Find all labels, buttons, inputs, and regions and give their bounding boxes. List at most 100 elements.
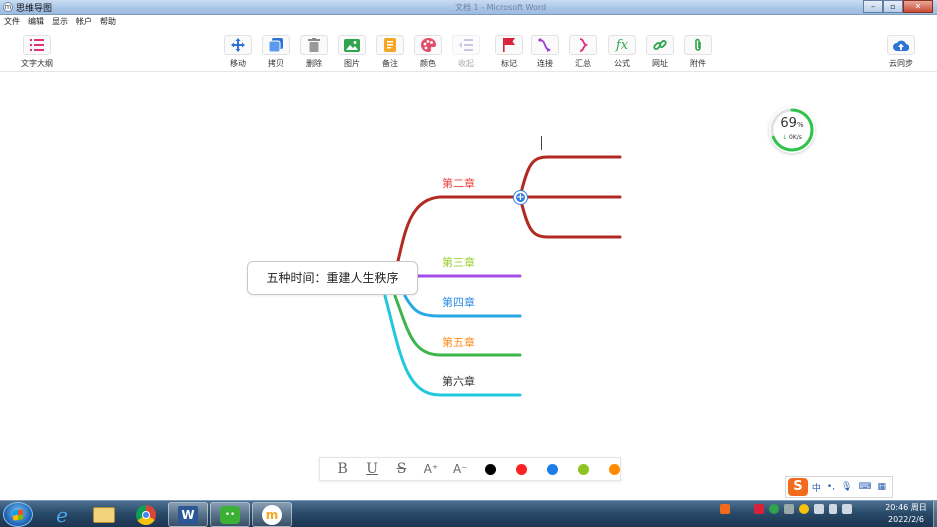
menu-file[interactable]: 文件 — [4, 15, 20, 28]
taskbar: e W •• m 20:46 周日 2022/2/6 — [0, 500, 937, 527]
ime-mode[interactable]: 中 — [812, 481, 821, 494]
clock[interactable]: 20:46 周日 2022/2/6 — [880, 502, 932, 526]
note-icon — [376, 35, 404, 55]
branch-node-chapter-2[interactable]: 第二章 — [442, 175, 475, 191]
background-window-title: 文档 1 - Microsoft Word — [455, 3, 547, 12]
tool-copy[interactable]: 拷贝 — [258, 35, 294, 69]
strikethrough-button[interactable]: S — [387, 458, 416, 480]
folder-icon — [93, 506, 115, 523]
tool-attachment[interactable]: 附件 — [680, 35, 716, 69]
tool-url[interactable]: 网址 — [642, 35, 678, 69]
tool-connect[interactable]: 连接 — [527, 35, 563, 69]
ie-icon: e — [56, 502, 68, 527]
format-bar: B U S A⁺ A⁻ — [319, 457, 621, 481]
color-red-swatch[interactable] — [516, 463, 528, 475]
start-button[interactable] — [3, 502, 33, 527]
menu-view[interactable]: 显示 — [52, 15, 68, 28]
outline-list-icon — [23, 35, 51, 55]
link-icon — [646, 35, 674, 55]
branch-node-chapter-3[interactable]: 第三章 — [442, 254, 475, 270]
app-icon: m — [3, 2, 13, 12]
color-blue-swatch[interactable] — [547, 463, 559, 475]
sogou-logo-icon: S — [788, 478, 808, 496]
color-green-swatch[interactable] — [578, 463, 590, 475]
branch-node-chapter-4[interactable]: 第四章 — [442, 294, 475, 310]
copy-icon — [262, 35, 290, 55]
summary-icon — [569, 35, 597, 55]
connect-icon — [531, 35, 559, 55]
tool-delete[interactable]: 删除 — [296, 35, 332, 69]
connector-chapter-2-sub-1 — [518, 155, 622, 199]
taskbar-word[interactable]: W — [168, 502, 208, 527]
ime-toolbar[interactable]: S 中 •, 🎙 ⌨ ▦ — [785, 476, 893, 498]
play-tray-icon[interactable] — [769, 504, 779, 514]
tool-move[interactable]: 移动 — [220, 35, 256, 69]
palette-icon — [414, 35, 442, 55]
root-node[interactable]: 五种时间：重建人生秩序 — [247, 261, 418, 295]
cloud-upload-icon — [887, 35, 915, 55]
text-cursor — [541, 136, 542, 150]
close-button[interactable]: ✕ — [903, 0, 933, 13]
word-icon: W — [178, 505, 198, 524]
font-increase-button[interactable]: A⁺ — [416, 458, 445, 480]
sogou-tray-icon[interactable] — [720, 504, 730, 514]
connector-chapter-2 — [396, 195, 522, 263]
network-tray-icon[interactable] — [784, 504, 794, 514]
punctuation-icon[interactable]: •, — [827, 482, 835, 492]
outline-button[interactable]: 文字大纲 — [18, 35, 56, 69]
tool-summary[interactable]: 汇总 — [565, 35, 601, 69]
wps-tray-icon[interactable] — [754, 504, 764, 514]
taskbar-explorer[interactable] — [84, 502, 124, 527]
battery-icon[interactable] — [842, 504, 852, 514]
grid-menu-icon[interactable]: ▦ — [877, 482, 886, 492]
title-bar: m 思维导图 文档 1 - Microsoft Word – ▫ ✕ — [0, 0, 937, 15]
font-decrease-button[interactable]: A⁻ — [446, 458, 475, 480]
tool-collapse[interactable]: 收起 — [448, 35, 484, 69]
cloud-sync-button[interactable]: 云同步 — [883, 35, 919, 69]
system-tray — [720, 504, 857, 514]
show-desktop-button[interactable] — [933, 501, 937, 527]
tool-formula[interactable]: fx 公式 — [604, 35, 640, 69]
bold-button[interactable]: B — [328, 458, 357, 480]
underline-button[interactable]: U — [357, 458, 386, 480]
tool-image[interactable]: 图片 — [334, 35, 370, 69]
taskbar-wechat[interactable]: •• — [210, 502, 250, 527]
menu-help[interactable]: 帮助 — [100, 15, 116, 28]
wechat-icon: •• — [220, 505, 240, 524]
security-tray-icon[interactable] — [799, 504, 809, 514]
signal-icon[interactable] — [829, 504, 837, 514]
clock-time: 20:46 周日 — [885, 503, 927, 512]
minimize-button[interactable]: – — [863, 0, 883, 13]
tool-color[interactable]: 颜色 — [410, 35, 446, 69]
branch-node-chapter-5[interactable]: 第五章 — [442, 334, 475, 350]
volume-icon[interactable] — [814, 504, 824, 514]
color-orange-swatch[interactable] — [609, 463, 621, 475]
clock-date: 2022/2/6 — [888, 515, 924, 524]
tool-note[interactable]: 备注 — [372, 35, 408, 69]
network-speed-widget[interactable]: 69% ↓ 0K/s — [769, 107, 815, 153]
download-rate: ↓ 0K/s — [782, 134, 802, 141]
mindmap-canvas[interactable]: 五种时间：重建人生秩序 第二章 第三章 第四章 第五章 第六章 + 69% ↓ … — [0, 72, 937, 500]
chrome-icon — [136, 504, 156, 525]
image-icon — [338, 35, 366, 55]
maximize-button[interactable]: ▫ — [883, 0, 903, 13]
tool-mark[interactable]: 标记 — [491, 35, 527, 69]
branch-node-chapter-6[interactable]: 第六章 — [442, 373, 475, 389]
flag-icon — [495, 35, 523, 55]
microphone-icon[interactable]: 🎙 — [841, 482, 852, 492]
keyboard-icon[interactable]: ⌨ — [858, 482, 871, 492]
menu-bar: 文件 编辑 显示 帐户 帮助 — [0, 15, 937, 28]
collapse-icon — [452, 35, 480, 55]
color-black-swatch[interactable] — [485, 463, 497, 475]
menu-account[interactable]: 帐户 — [76, 15, 92, 28]
mindmap-app-icon: m — [262, 504, 282, 525]
expand-collapse-button[interactable]: + — [514, 191, 527, 204]
taskbar-ie[interactable]: e — [42, 502, 82, 527]
taskbar-chrome[interactable] — [126, 502, 166, 527]
attachment-icon — [684, 35, 712, 55]
menu-edit[interactable]: 编辑 — [28, 15, 44, 28]
connector-chapter-2-sub-3 — [518, 195, 622, 239]
toolbar: 文字大纲 移动 拷贝 删除 图片 备注 颜色 收起 标记 连接 汇总 fx 公式… — [0, 28, 937, 72]
taskbar-mindmap[interactable]: m — [252, 502, 292, 527]
window-title: 思维导图 — [16, 4, 53, 14]
